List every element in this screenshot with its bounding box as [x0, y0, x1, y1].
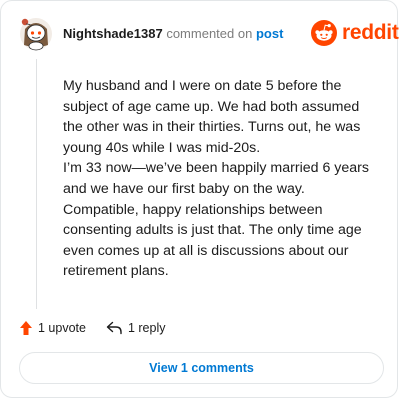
reply-arrow-icon: [106, 321, 122, 335]
upvote-arrow-icon: [20, 321, 32, 335]
username-link[interactable]: Nightshade1387: [63, 26, 163, 41]
comment-actions: 1 upvote 1 reply: [19, 318, 166, 338]
upvote-button[interactable]: 1 upvote: [19, 320, 86, 336]
reddit-wordmark: reddit: [342, 21, 399, 44]
view-comments-button[interactable]: View 1 comments: [19, 352, 384, 384]
upvote-count: 1 upvote: [38, 321, 86, 335]
comment-body: My husband and I were on date 5 before t…: [63, 76, 378, 282]
reddit-snoo-icon: [311, 20, 337, 46]
reply-count: 1 reply: [127, 321, 166, 335]
snoo-avatar-icon: [20, 18, 52, 51]
reply-button[interactable]: 1 reply: [106, 321, 166, 335]
thread-line: [36, 59, 37, 309]
user-avatar[interactable]: [19, 15, 53, 51]
comment-paragraph: My husband and I were on date 5 before t…: [63, 78, 361, 156]
comment-paragraph: I’m 33 now—we’ve been happily married 6 …: [63, 160, 369, 280]
comment-header: Nightshade1387 commented on post: [63, 26, 283, 42]
reddit-logo[interactable]: reddit: [311, 19, 399, 47]
commented-on-text: commented on: [166, 26, 253, 41]
post-link[interactable]: post: [256, 26, 283, 41]
comment-card: Nightshade1387 commented on post reddit …: [0, 0, 399, 398]
